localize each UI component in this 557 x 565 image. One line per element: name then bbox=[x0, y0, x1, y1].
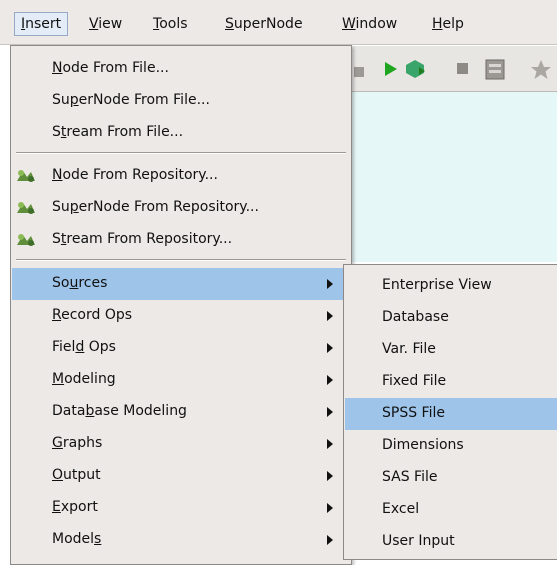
run-selection-icon[interactable] bbox=[404, 59, 426, 79]
dimensions-item[interactable]: Dimensions bbox=[345, 430, 557, 462]
menu-item-label: SAS File bbox=[382, 469, 438, 485]
menu-item-label: Dimensions bbox=[382, 437, 464, 453]
menu-item-label: Node From Repository... bbox=[52, 167, 218, 183]
menu-item-label: Database bbox=[382, 309, 449, 325]
stop-icon[interactable] bbox=[456, 59, 470, 79]
database-item[interactable]: Database bbox=[345, 302, 557, 334]
menu-item-label: Export bbox=[52, 499, 98, 515]
graphs-item[interactable]: Graphs bbox=[12, 428, 350, 460]
field-ops-item[interactable]: Field Ops bbox=[12, 332, 350, 364]
run-icon[interactable] bbox=[382, 59, 400, 79]
menu-item-label: Stream From Repository... bbox=[52, 231, 233, 247]
menu-insert[interactable]: Insert bbox=[14, 12, 69, 36]
menu-separator bbox=[16, 259, 346, 261]
menu-item-label: Output bbox=[52, 467, 101, 483]
stream-canvas[interactable] bbox=[340, 92, 557, 262]
menu-item-label: SPSS File bbox=[382, 405, 445, 421]
stream-toolbar bbox=[340, 46, 557, 92]
menu-view[interactable]: View bbox=[83, 12, 128, 36]
supernode-from-file-item[interactable]: SuperNode From File... bbox=[12, 85, 350, 117]
menu-item-label: Field Ops bbox=[52, 339, 116, 355]
spss-file-item[interactable]: SPSS File bbox=[345, 398, 557, 430]
menu-item-label: Modeling bbox=[52, 371, 116, 387]
submenu-arrow-icon bbox=[327, 375, 333, 385]
output-item[interactable]: Output bbox=[12, 460, 350, 492]
menu-item-label: Database Modeling bbox=[52, 403, 187, 419]
sources-item[interactable]: Sources bbox=[12, 268, 350, 300]
repository-icon bbox=[17, 234, 35, 246]
menu-item-label: SuperNode From Repository... bbox=[52, 199, 259, 215]
sas-file-item[interactable]: SAS File bbox=[345, 462, 557, 494]
menu-item-label: Models bbox=[52, 531, 102, 547]
menu-item-label: User Input bbox=[382, 533, 455, 549]
var-file-item[interactable]: Var. File bbox=[345, 334, 557, 366]
menu-item-label: Node From File... bbox=[52, 60, 169, 76]
menu-item-label: SuperNode From File... bbox=[52, 92, 210, 108]
database-modeling-item[interactable]: Database Modeling bbox=[12, 396, 350, 428]
sources-submenu: Enterprise View Database Var. File Fixed… bbox=[343, 264, 557, 560]
user-input-item[interactable]: User Input bbox=[345, 526, 557, 558]
node-from-file-item[interactable]: Node From File... bbox=[12, 53, 350, 85]
record-ops-item[interactable]: Record Ops bbox=[12, 300, 350, 332]
submenu-arrow-icon bbox=[327, 439, 333, 449]
modeling-item[interactable]: Modeling bbox=[12, 364, 350, 396]
repository-icon bbox=[17, 202, 35, 214]
export-item[interactable]: Export bbox=[12, 492, 350, 524]
preview-icon[interactable] bbox=[484, 59, 508, 81]
menu-tools[interactable]: Tools bbox=[147, 12, 194, 36]
menu-item-label: Enterprise View bbox=[382, 277, 492, 293]
excel-item[interactable]: Excel bbox=[345, 494, 557, 526]
menu-item-label: Graphs bbox=[52, 435, 103, 451]
node-from-repository-item[interactable]: Node From Repository... bbox=[12, 160, 350, 192]
menu-item-label: Fixed File bbox=[382, 373, 447, 389]
menu-window[interactable]: Window bbox=[336, 12, 403, 36]
stream-from-file-item[interactable]: Stream From File... bbox=[12, 117, 350, 149]
insert-menu: Node From File... SuperNode From File...… bbox=[10, 45, 352, 565]
menu-bar: Insert View Tools SuperNode Window Help bbox=[0, 0, 557, 45]
star-icon[interactable] bbox=[530, 59, 552, 81]
stream-from-repository-item[interactable]: Stream From Repository... bbox=[12, 224, 350, 256]
submenu-arrow-icon bbox=[327, 343, 333, 353]
submenu-arrow-icon bbox=[327, 407, 333, 417]
toolbar-partial-icon bbox=[354, 67, 364, 77]
repository-icon bbox=[17, 170, 35, 182]
submenu-arrow-icon bbox=[327, 503, 333, 513]
submenu-arrow-icon bbox=[327, 311, 333, 321]
enterprise-view-item[interactable]: Enterprise View bbox=[345, 270, 557, 302]
menu-supernode[interactable]: SuperNode bbox=[219, 12, 309, 36]
supernode-from-repository-item[interactable]: SuperNode From Repository... bbox=[12, 192, 350, 224]
menu-item-label: Record Ops bbox=[52, 307, 133, 323]
models-item[interactable]: Models bbox=[12, 524, 350, 556]
submenu-arrow-icon bbox=[327, 279, 333, 289]
menu-separator bbox=[16, 152, 346, 154]
submenu-arrow-icon bbox=[327, 471, 333, 481]
fixed-file-item[interactable]: Fixed File bbox=[345, 366, 557, 398]
menu-item-label: Excel bbox=[382, 501, 420, 517]
menu-item-label: Sources bbox=[52, 275, 108, 291]
menu-help[interactable]: Help bbox=[426, 12, 470, 36]
menu-item-label: Stream From File... bbox=[52, 124, 184, 140]
submenu-arrow-icon bbox=[327, 535, 333, 545]
menu-item-label: Var. File bbox=[382, 341, 436, 357]
